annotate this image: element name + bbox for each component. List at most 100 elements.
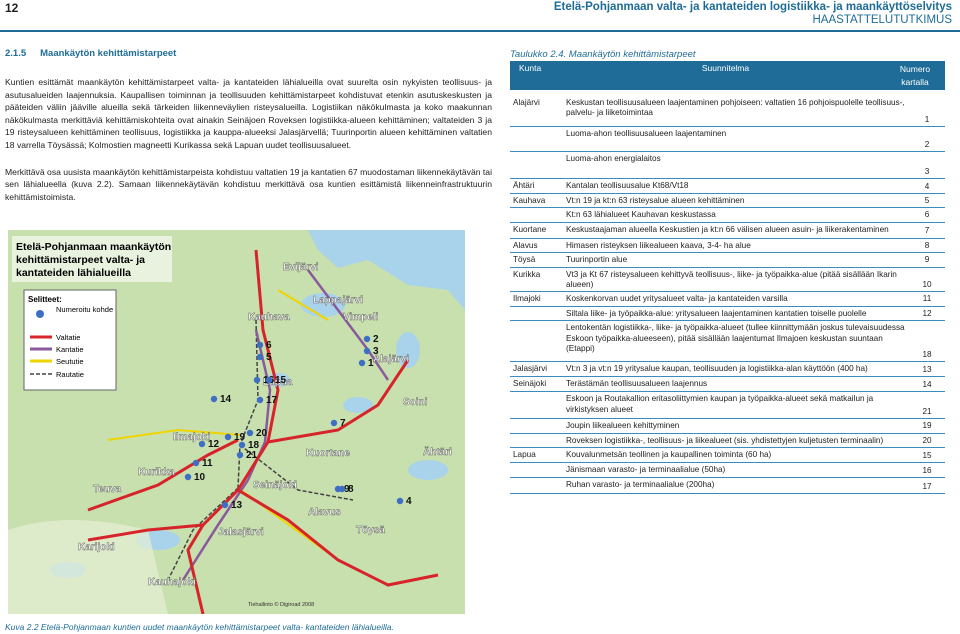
site-marker (253, 376, 261, 384)
table-row: Eskoon ja Routakallion eritasoliittymien… (510, 392, 945, 420)
cell-numero: 5 (924, 196, 930, 205)
legend-numbered-site: Numeroitu kohde (56, 305, 113, 314)
site-number: 2 (373, 334, 379, 345)
right-column: Taulukko 2.4. Maankäytön kehittämistarpe… (510, 49, 945, 495)
place-label: Vimpeli (343, 312, 379, 323)
place-label: Töysä (356, 525, 385, 536)
numbered-site-icon (36, 310, 44, 318)
map-title-line3: kantateiden lähialueilla (16, 267, 131, 279)
legend-title: Selitteet: (28, 295, 62, 304)
cell-suunnitelma: Koskenkorvan uudet yritysalueet valta- j… (566, 294, 788, 304)
cell-numero: 12 (922, 308, 932, 318)
map-legend: Selitteet: Numeroitu kohde Valtatie Kant… (23, 289, 117, 391)
table-row: Kt:n 63 lähialueet Kauhavan keskustassa 6 (510, 208, 945, 223)
site-marker (338, 485, 346, 493)
cell-suunnitelma: Lentokentän logistiikka-, liike- ja työp… (566, 323, 905, 354)
cell-numero: 4 (924, 181, 930, 191)
cell-suunnitelma: Vt3 ja Kt 67 risteysalueen kehittyvä teo… (566, 269, 897, 290)
site-number: 10 (194, 472, 206, 483)
cell-kunta: Alajärvi (513, 98, 540, 107)
cell-suunnitelma: Terästämän teollisuusalueen laajennus (566, 379, 708, 389)
cell-suunnitelma: Vt:n 3 ja vt:n 19 yritysalue kaupan, teo… (566, 364, 868, 374)
place-label: Evijärvi (283, 262, 319, 273)
running-header: Etelä-Pohjanmaan valta- ja kantateiden l… (554, 1, 952, 27)
paragraph-1: Kuntien esittämät maankäytön kehittämist… (5, 77, 492, 150)
left-column: 2.1.5 Maankäytön kehittämistarpeet Kuntie… (5, 48, 492, 203)
cell-numero: 8 (924, 240, 930, 250)
map-copyright: Tiehallinto © Digiroad 2008 (248, 601, 314, 608)
cell-suunnitelma: Kt:n 63 lähialueet Kauhavan keskustassa (566, 210, 716, 220)
cell-numero: 10 (922, 280, 932, 290)
place-label: Ähtäri (423, 445, 452, 458)
site-marker (210, 395, 218, 403)
cell-suunnitelma: Vt:n 19 ja kt:n 63 risteysalue alueen ke… (566, 196, 745, 205)
place-label: Seinäjoki (253, 480, 297, 491)
cell-numero: 14 (922, 379, 932, 389)
cell-kunta (510, 307, 563, 320)
cell-numero: 9 (924, 255, 930, 265)
site-number: 6 (266, 340, 272, 351)
table-header: Kunta Suunnitelma Numero kartalla (510, 61, 945, 90)
lake (408, 460, 448, 480)
cell-numero: 11 (922, 294, 932, 304)
cell-kunta: Töysä (513, 255, 536, 265)
site-number: 15 (275, 375, 287, 386)
cell-kunta (510, 434, 563, 447)
table-row: Lentokentän logistiikka-, liike- ja työp… (510, 321, 945, 363)
site-marker (396, 497, 404, 505)
site-number: 1 (368, 358, 374, 369)
cell-kunta (510, 392, 563, 418)
table-row: Lapua Kouvalunmetsän teollinen ja kaupall… (510, 448, 945, 464)
place-label: Kauhajoki (148, 577, 196, 588)
table-row: Ruhan varasto- ja terminaalialue (200ha)… (510, 478, 945, 495)
cell-numero: 13 (922, 364, 932, 374)
place-label: Teuva (93, 484, 122, 495)
map-title-box: Etelä-Pohjanmaan maankäytön kehittämista… (12, 236, 172, 282)
cell-numero: 19 (922, 421, 932, 431)
site-marker (236, 451, 244, 459)
cell-kunta: Kuortane (513, 224, 547, 234)
section-heading: 2.1.5 Maankäytön kehittämistarpeet (5, 48, 492, 59)
cell-suunnitelma: Ruhan varasto- ja terminaalialue (200ha) (566, 480, 715, 490)
site-marker (198, 440, 206, 448)
site-marker (265, 376, 273, 384)
table-row: Seinäjoki Terästämän teollisuusalueen laa… (510, 377, 945, 393)
site-marker (224, 433, 232, 441)
site-number: 13 (231, 500, 243, 511)
cell-suunnitelma: Keskustan teollisuusalueen laajentaminen… (566, 98, 905, 118)
cell-kunta (510, 152, 563, 178)
site-marker (256, 341, 264, 349)
cell-kunta: Ähtäri (513, 181, 535, 190)
table-row: Alavus Himasen risteyksen liikealueen kaa… (510, 239, 945, 254)
site-marker (221, 501, 229, 509)
site-marker (256, 353, 264, 361)
cell-suunnitelma: Kantalan teollisuusalue Kt68/Vt18 (566, 181, 689, 190)
site-marker (256, 396, 264, 404)
legend-rautatie: Rautatie (56, 370, 84, 379)
cell-numero: 6 (924, 210, 930, 220)
cell-numero: 7 (924, 226, 930, 236)
site-number: 7 (340, 418, 346, 429)
cell-kunta (510, 419, 563, 432)
legend-seututie: Seututie (56, 357, 84, 366)
map-title-line2: kehittämistarpeet valta- ja (16, 254, 145, 266)
cell-suunnitelma: Jänismaan varasto- ja terminaalialue (50… (566, 465, 726, 475)
site-marker (363, 335, 371, 343)
header-numero: Numero kartalla (885, 61, 945, 90)
cell-kunta: Jalasjärvi (513, 364, 548, 374)
cell-kunta: Kauhava (513, 196, 546, 205)
place-label: Alavus (308, 507, 341, 518)
site-number: 11 (202, 458, 213, 469)
site-marker (192, 459, 200, 467)
cell-suunnitelma: Luoma-ahon teollisuusalueen laajentamine… (566, 129, 727, 138)
site-number: 12 (208, 439, 220, 450)
table-body: Alajärvi Keskustan teollisuusalueen laaje… (510, 96, 945, 495)
cell-kunta (510, 321, 563, 361)
table-row: Kauhava Vt:n 19 ja kt:n 63 risteysalue al… (510, 194, 945, 209)
cell-numero: 15 (922, 450, 932, 460)
site-marker (184, 473, 192, 481)
legend-valtatie: Valtatie (56, 333, 80, 342)
table-row: Kuortane Keskustaajaman alueella Keskusti… (510, 223, 945, 239)
header-subtitle: HAASTATTELUTUTKIMUS (812, 14, 953, 26)
site-marker (358, 359, 366, 367)
